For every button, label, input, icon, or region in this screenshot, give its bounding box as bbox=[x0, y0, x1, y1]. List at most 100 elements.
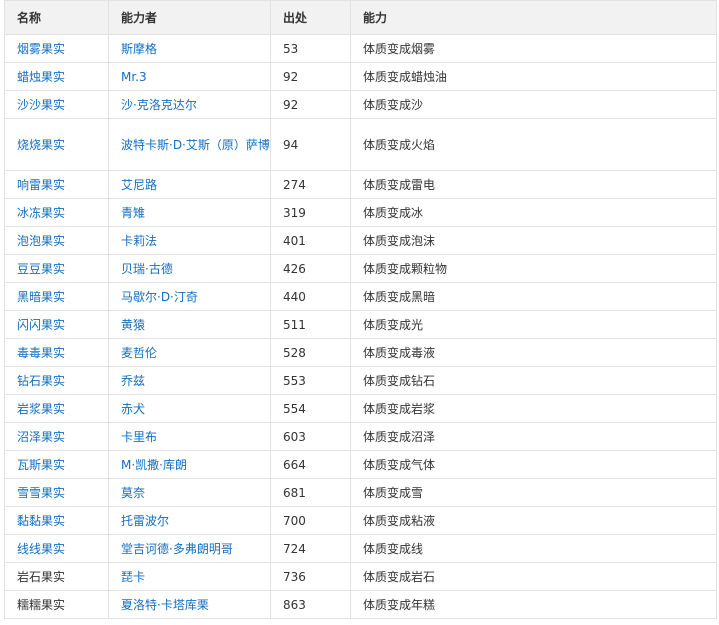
ability-cell: 体质变成颗粒物 bbox=[363, 261, 448, 276]
fruit-name-link[interactable]: 沼泽果实 bbox=[17, 430, 65, 444]
user-name-link[interactable]: 黄猿 bbox=[121, 318, 145, 332]
fruit-name-link[interactable]: 烟雾果实 bbox=[17, 42, 65, 56]
user-name-link-cell: 波特卡斯·D·艾斯（原）萨博 bbox=[108, 118, 271, 171]
source-cell-cell: 863 bbox=[270, 590, 351, 619]
user-name-link[interactable]: M·凯撒·库朗 bbox=[121, 458, 187, 472]
ability-cell: 体质变成钻石 bbox=[363, 373, 436, 388]
user-name-link-cell: 乔兹 bbox=[108, 366, 271, 395]
fruit-name-link[interactable]: 钻石果实 bbox=[17, 374, 65, 388]
fruit-name-link-cell: 烧烧果实 bbox=[4, 118, 109, 171]
source-cell: 681 bbox=[283, 485, 306, 500]
fruit-name-link[interactable]: 沙沙果实 bbox=[17, 98, 65, 112]
ability-cell: 体质变成雷电 bbox=[363, 177, 436, 192]
table-row: 闪闪果实 黄猿 511 体质变成光 bbox=[4, 310, 717, 339]
ability-cell-cell: 体质变成年糕 bbox=[350, 590, 717, 619]
fruit-name-link[interactable]: 瓦斯果实 bbox=[17, 458, 65, 472]
fruit-name-link[interactable]: 黑暗果实 bbox=[17, 290, 65, 304]
ability-cell: 体质变成烟雾 bbox=[363, 41, 436, 56]
ability-cell: 体质变成岩石 bbox=[363, 569, 436, 584]
fruit-name-link-cell: 瓦斯果实 bbox=[4, 450, 109, 479]
fruit-name-link-cell: 蜡烛果实 bbox=[4, 62, 109, 91]
user-name-link[interactable]: 卡里布 bbox=[121, 430, 157, 444]
ability-cell-cell: 体质变成岩石 bbox=[350, 562, 717, 591]
table-row: 瓦斯果实 M·凯撒·库朗 664 体质变成气体 bbox=[4, 450, 717, 479]
source-cell-cell: 528 bbox=[270, 338, 351, 367]
ability-cell-cell: 体质变成黑暗 bbox=[350, 282, 717, 311]
user-name-link[interactable]: 斯摩格 bbox=[121, 42, 157, 56]
user-name-link[interactable]: Mr.3 bbox=[121, 70, 147, 84]
user-name-link[interactable]: 波特卡斯·D·艾斯（原）萨博 bbox=[121, 138, 270, 152]
user-name-link[interactable]: 麦哲伦 bbox=[121, 346, 157, 360]
fruit-name-link[interactable]: 烧烧果实 bbox=[17, 138, 65, 152]
fruit-name-link[interactable]: 黏黏果实 bbox=[17, 514, 65, 528]
fruit-name-link[interactable]: 冰冻果实 bbox=[17, 206, 65, 220]
user-name-link[interactable]: 贝瑞·古德 bbox=[121, 262, 173, 276]
ability-cell-cell: 体质变成蜡烛油 bbox=[350, 62, 717, 91]
ability-cell-cell: 体质变成雷电 bbox=[350, 170, 717, 199]
ability-cell: 体质变成沙 bbox=[363, 97, 424, 112]
source-cell-cell: 554 bbox=[270, 394, 351, 423]
ability-cell: 体质变成毒液 bbox=[363, 345, 436, 360]
fruit-name-link[interactable]: 响雷果实 bbox=[17, 178, 65, 192]
ability-cell-cell: 体质变成冰 bbox=[350, 198, 717, 227]
user-name-link[interactable]: 赤犬 bbox=[121, 402, 145, 416]
fruit-name-link[interactable]: 雪雪果实 bbox=[17, 486, 65, 500]
fruit-name-link[interactable]: 豆豆果实 bbox=[17, 262, 65, 276]
fruit-name-link[interactable]: 岩浆果实 bbox=[17, 402, 65, 416]
source-cell-cell: 681 bbox=[270, 478, 351, 507]
user-name-link-cell: 赤犬 bbox=[108, 394, 271, 423]
source-cell: 94 bbox=[283, 137, 299, 152]
table-row: 黑暗果实 马歇尔·D·汀奇 440 体质变成黑暗 bbox=[4, 282, 717, 311]
source-cell: 664 bbox=[283, 457, 306, 472]
fruit-name-link[interactable]: 线线果实 bbox=[17, 542, 65, 556]
ability-cell-cell: 体质变成泡沫 bbox=[350, 226, 717, 255]
ability-cell: 体质变成年糕 bbox=[363, 597, 436, 612]
table-row: 沼泽果实 卡里布 603 体质变成沼泽 bbox=[4, 422, 717, 451]
fruit-name-link: 糯糯果实 bbox=[17, 597, 66, 612]
source-cell: 863 bbox=[283, 597, 306, 612]
user-name-link[interactable]: 莫奈 bbox=[121, 486, 145, 500]
fruit-name-link[interactable]: 毒毒果实 bbox=[17, 346, 65, 360]
fruit-name-link[interactable]: 蜡烛果实 bbox=[17, 70, 65, 84]
source-cell-cell: 736 bbox=[270, 562, 351, 591]
user-name-link[interactable]: 马歇尔·D·汀奇 bbox=[121, 290, 198, 304]
source-cell-cell: 440 bbox=[270, 282, 351, 311]
source-cell: 553 bbox=[283, 373, 306, 388]
ability-cell-cell: 体质变成沙 bbox=[350, 90, 717, 119]
user-name-link-cell: 斯摩格 bbox=[108, 34, 271, 63]
table-row: 泡泡果实 卡莉法 401 体质变成泡沫 bbox=[4, 226, 717, 255]
source-cell-cell: 603 bbox=[270, 422, 351, 451]
fruit-name-link-cell: 沼泽果实 bbox=[4, 422, 109, 451]
user-name-link[interactable]: 夏洛特·卡塔库栗 bbox=[121, 598, 209, 612]
fruit-name-link-cell: 岩石果实 bbox=[4, 562, 109, 591]
ability-cell-cell: 体质变成钻石 bbox=[350, 366, 717, 395]
user-name-link[interactable]: 青雉 bbox=[121, 206, 145, 220]
table-row: 响雷果实 艾尼路 274 体质变成雷电 bbox=[4, 170, 717, 199]
user-name-link[interactable]: 堂吉诃德·多弗朗明哥 bbox=[121, 542, 233, 556]
user-name-link-cell: 琵卡 bbox=[108, 562, 271, 591]
user-name-link[interactable]: 卡莉法 bbox=[121, 234, 157, 248]
table-row: 岩石果实 琵卡 736 体质变成岩石 bbox=[4, 562, 717, 591]
table-row: 线线果实 堂吉诃德·多弗朗明哥 724 体质变成线 bbox=[4, 534, 717, 563]
user-name-link[interactable]: 托雷波尔 bbox=[121, 514, 169, 528]
user-name-link[interactable]: 乔兹 bbox=[121, 374, 145, 388]
ability-cell-cell: 体质变成线 bbox=[350, 534, 717, 563]
fruit-name-link-cell: 响雷果实 bbox=[4, 170, 109, 199]
fruit-name-link: 岩石果实 bbox=[17, 569, 66, 584]
user-name-link[interactable]: 琵卡 bbox=[121, 570, 145, 584]
source-cell: 700 bbox=[283, 513, 306, 528]
fruit-name-link[interactable]: 闪闪果实 bbox=[17, 318, 65, 332]
fruit-name-link[interactable]: 泡泡果实 bbox=[17, 234, 65, 248]
user-name-link-cell: 马歇尔·D·汀奇 bbox=[108, 282, 271, 311]
ability-cell: 体质变成蜡烛油 bbox=[363, 69, 448, 84]
ability-cell-cell: 体质变成粘液 bbox=[350, 506, 717, 535]
fruit-name-link-cell: 黏黏果实 bbox=[4, 506, 109, 535]
user-name-link-cell: M·凯撒·库朗 bbox=[108, 450, 271, 479]
user-name-link[interactable]: 艾尼路 bbox=[121, 178, 157, 192]
table-row: 冰冻果实 青雉 319 体质变成冰 bbox=[4, 198, 717, 227]
source-cell-cell: 426 bbox=[270, 254, 351, 283]
ability-cell: 体质变成光 bbox=[363, 317, 424, 332]
fruit-name-link-cell: 烟雾果实 bbox=[4, 34, 109, 63]
user-name-link[interactable]: 沙·克洛克达尔 bbox=[121, 98, 197, 112]
header-ability: 能力 bbox=[350, 0, 717, 35]
